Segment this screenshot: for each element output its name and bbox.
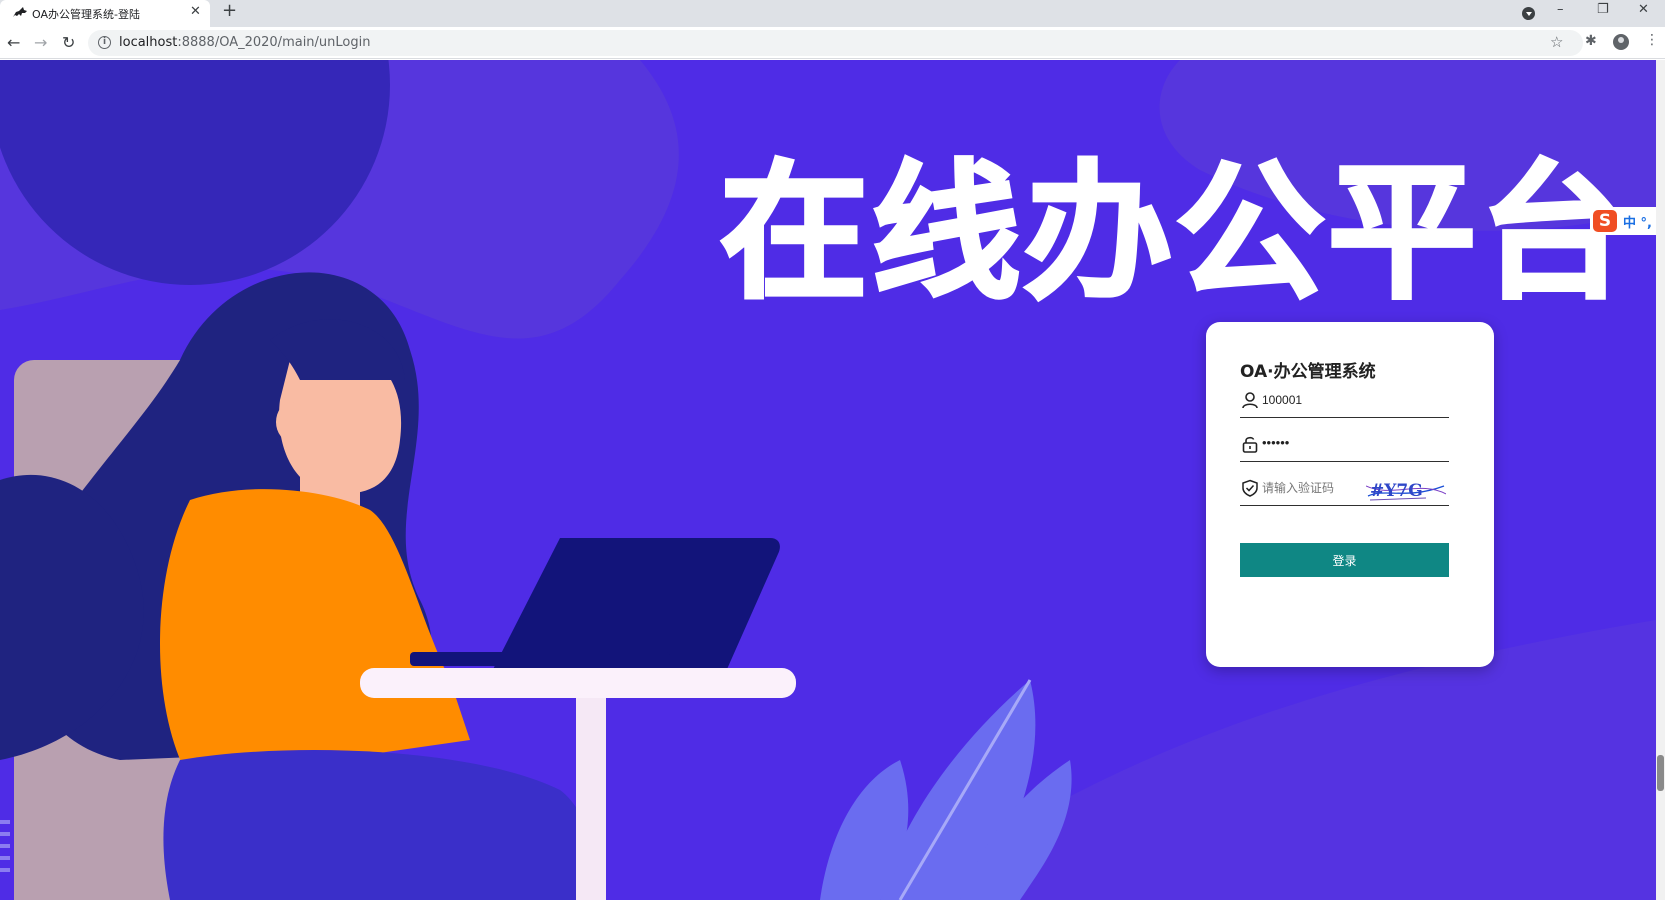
username-field[interactable]: [1240, 386, 1449, 418]
new-tab-button[interactable]: +: [222, 0, 237, 21]
sogou-ime-icon[interactable]: S: [1593, 210, 1617, 232]
shield-check-icon: [1242, 479, 1258, 497]
captcha-image[interactable]: #Y7G: [1366, 474, 1446, 504]
more-menu-icon[interactable]: ⋮: [1645, 32, 1659, 48]
browser-tab[interactable]: OA办公管理系统-登陆 ✕: [0, 0, 210, 27]
site-info-icon[interactable]: i: [98, 36, 111, 49]
browser-tabstrip: OA办公管理系统-登陆 ✕ + – ❐ ✕: [0, 0, 1665, 27]
url-text[interactable]: localhost:8888/OA_2020/main/unLogin: [119, 35, 370, 50]
browser-toolbar: ← → ↻ i localhost:8888/OA_2020/main/unLo…: [0, 27, 1665, 59]
scrollbar-thumb[interactable]: [1657, 755, 1664, 791]
captcha-input[interactable]: [1262, 481, 1362, 495]
back-arrow-icon[interactable]: ←: [7, 33, 20, 52]
window-close-button[interactable]: ✕: [1638, 2, 1649, 17]
unlock-icon: [1242, 436, 1258, 453]
password-field[interactable]: ••••••: [1240, 430, 1449, 462]
page-viewport: 在线办公平台 S 中 °, OA·办公管理系统 ••••••: [0, 60, 1665, 900]
minimize-button[interactable]: –: [1557, 2, 1564, 17]
horse-favicon-icon: [13, 7, 27, 17]
user-icon: [1242, 392, 1258, 409]
login-button[interactable]: 登录: [1240, 543, 1449, 577]
captcha-field[interactable]: #Y7G: [1240, 474, 1449, 506]
ime-mode-indicator[interactable]: 中 °,: [1623, 212, 1652, 231]
reload-icon[interactable]: ↻: [62, 33, 75, 52]
page-headline: 在线办公平台: [718, 145, 1632, 321]
url-path: :8888/OA_2020/main/unLogin: [177, 35, 371, 50]
tab-title: OA办公管理系统-登陆: [32, 8, 140, 21]
login-card: OA·办公管理系统 ••••••: [1206, 322, 1494, 667]
url-host: localhost: [119, 35, 178, 50]
extensions-icon[interactable]: ✱: [1585, 33, 1597, 49]
restore-button[interactable]: ❐: [1597, 2, 1609, 17]
username-input[interactable]: [1262, 393, 1382, 407]
forward-arrow-icon[interactable]: →: [34, 33, 47, 52]
ime-toolbar[interactable]: S 中 °,: [1590, 207, 1656, 235]
page-scrollbar[interactable]: [1656, 60, 1665, 900]
bookmark-star-icon[interactable]: ☆: [1550, 33, 1563, 51]
password-input[interactable]: ••••••: [1262, 435, 1382, 450]
login-title: OA·办公管理系统: [1240, 362, 1376, 382]
profile-avatar-icon[interactable]: [1613, 34, 1629, 50]
address-bar[interactable]: i localhost:8888/OA_2020/main/unLogin ☆: [88, 30, 1583, 56]
tab-close-icon[interactable]: ✕: [190, 4, 201, 19]
tab-search-icon[interactable]: [1522, 7, 1535, 20]
